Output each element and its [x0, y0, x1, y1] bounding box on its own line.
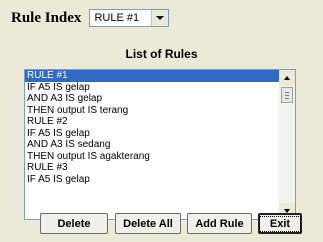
list-item[interactable]: IF A5 IS gelap [25, 128, 279, 140]
rules-list: RULE #1 IF A5 IS gelap AND A3 IS gelap THEN… [25, 70, 279, 185]
scroll-up-button[interactable] [279, 70, 295, 86]
delete-button[interactable]: Delete [40, 213, 108, 234]
delete-all-button[interactable]: Delete All [115, 213, 181, 234]
list-item[interactable]: RULE #1 [25, 70, 279, 82]
rule-index-row: Rule Index RULE #1 [11, 8, 170, 28]
rules-listbox[interactable]: RULE #1 IF A5 IS gelap AND A3 IS gelap THEN… [24, 69, 296, 220]
list-item[interactable]: AND A3 IS sedang [25, 139, 279, 151]
list-item[interactable]: RULE #3 [25, 162, 279, 174]
list-item[interactable]: THEN output IS terang [25, 105, 279, 117]
rule-index-value: RULE #1 [94, 12, 140, 24]
list-item[interactable]: RULE #2 [25, 116, 279, 128]
list-item[interactable]: AND A3 IS gelap [25, 93, 279, 105]
list-item[interactable]: THEN output IS agakterang [25, 151, 279, 163]
rules-panel: Rule Index RULE #1 List of Rules RULE #1… [0, 0, 323, 242]
vertical-scrollbar[interactable] [279, 70, 295, 219]
chevron-down-icon[interactable] [151, 10, 169, 26]
rule-index-label: Rule Index [11, 9, 82, 26]
rule-index-dropdown[interactable]: RULE #1 [89, 9, 170, 27]
exit-button[interactable]: Exit [258, 213, 302, 234]
scrollbar-thumb[interactable] [281, 87, 293, 103]
list-item[interactable]: IF A5 IS gelap [25, 82, 279, 94]
add-rule-button[interactable]: Add Rule [187, 213, 252, 234]
arrow-up-icon [284, 76, 290, 80]
list-title: List of Rules [125, 47, 198, 61]
list-item[interactable]: IF A5 IS gelap [25, 174, 279, 186]
exit-button-label: Exit [258, 215, 302, 232]
